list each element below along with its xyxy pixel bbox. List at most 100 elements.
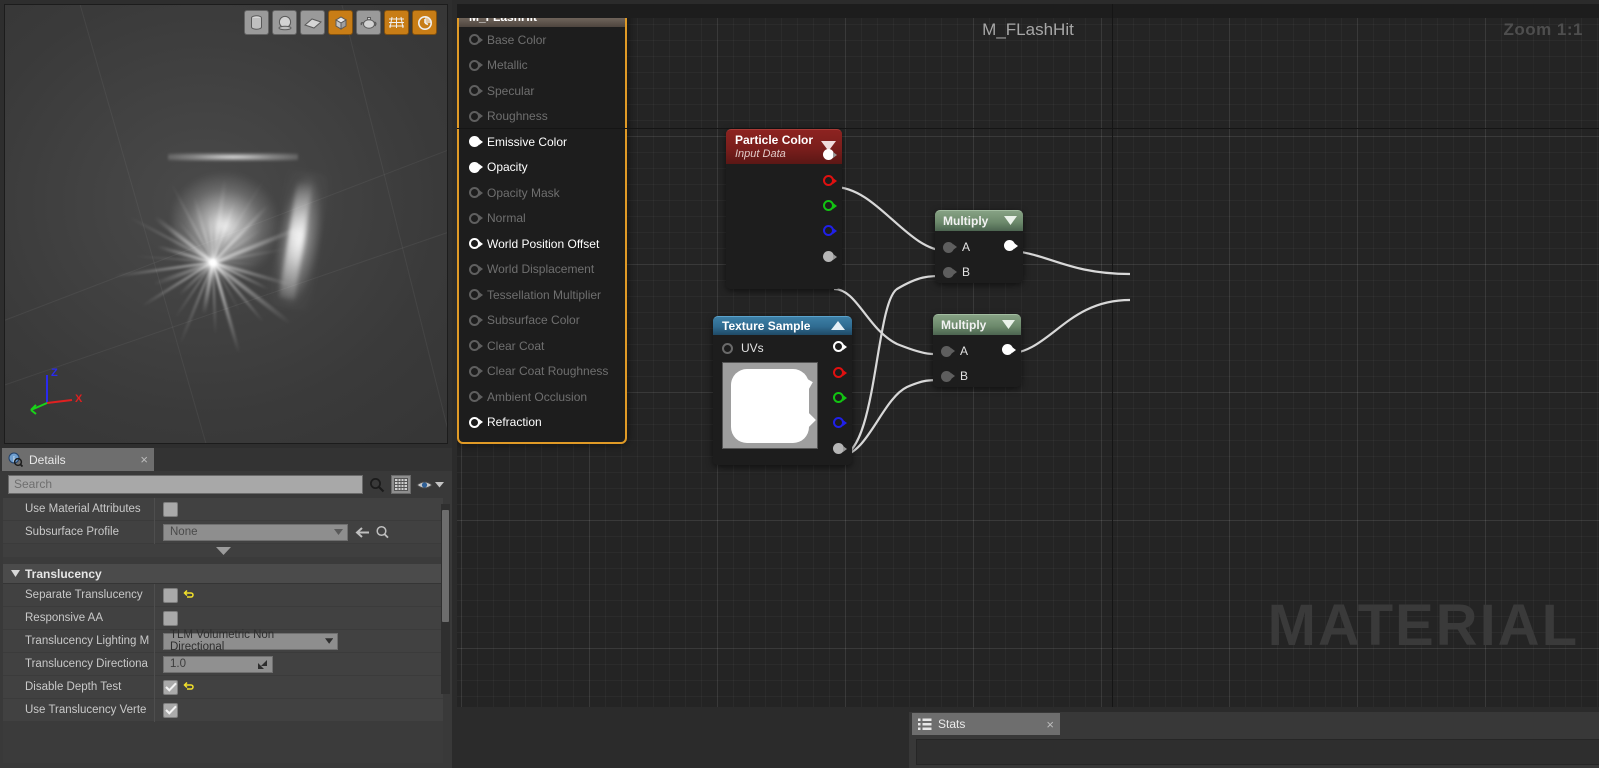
pin-particle-rgb[interactable]: [823, 149, 837, 160]
pin-multiply1-b[interactable]: [943, 266, 957, 278]
pin-clear-coat[interactable]: [469, 340, 483, 352]
material-output-row[interactable]: Roughness: [459, 104, 625, 130]
pin-ambient-occlusion[interactable]: [469, 391, 483, 403]
pin-normal[interactable]: [469, 212, 483, 224]
separate-translucency-checkbox[interactable]: [163, 587, 178, 603]
material-output-row[interactable]: World Displacement: [459, 257, 625, 283]
pin-multiply2-a[interactable]: [941, 345, 955, 357]
material-output-row[interactable]: Subsurface Color: [459, 308, 625, 334]
material-output-row[interactable]: Refraction: [459, 410, 625, 436]
disable-depth-test-checkbox[interactable]: [163, 679, 178, 695]
prop-row-subsurface-profile[interactable]: Subsurface Profile None: [3, 520, 443, 544]
revert-arrow-icon[interactable]: [353, 526, 370, 539]
pin-multiply1-out[interactable]: [1004, 240, 1018, 251]
node-multiply-2-header[interactable]: Multiply: [933, 314, 1021, 335]
preview-cylinder-button[interactable]: [244, 10, 269, 35]
material-output-row[interactable]: Ambient Occlusion: [459, 384, 625, 410]
pin-texture-uvs[interactable]: [722, 342, 733, 354]
pin-base-color[interactable]: [469, 34, 483, 46]
use-material-attributes-checkbox[interactable]: [163, 501, 178, 517]
browse-search-icon[interactable]: [375, 525, 390, 539]
pin-texture-b[interactable]: [833, 417, 847, 428]
pin-multiply2-out[interactable]: [1002, 344, 1016, 355]
pin-opacity[interactable]: [469, 161, 483, 173]
tab-stats[interactable]: Stats ×: [912, 713, 1060, 735]
node-multiply-1-header[interactable]: Multiply: [935, 210, 1023, 231]
node-material-output[interactable]: M_FLashHit Base ColorMetallicSpecularRou…: [457, 4, 627, 444]
search-input[interactable]: [8, 475, 363, 494]
material-output-row[interactable]: Clear Coat Roughness: [459, 359, 625, 385]
reset-to-default-icon[interactable]: [183, 589, 195, 601]
stats-content-area[interactable]: [916, 739, 1599, 765]
view-options-button[interactable]: [416, 479, 444, 491]
material-output-row[interactable]: Normal: [459, 206, 625, 232]
tab-stats-close-icon[interactable]: ×: [1046, 717, 1054, 732]
pin-world-displacement[interactable]: [469, 263, 483, 275]
pin-particle-a[interactable]: [823, 251, 837, 262]
pin-world-position-offset[interactable]: [469, 238, 483, 250]
prop-row-responsive-aa[interactable]: Responsive AA: [3, 606, 443, 630]
prop-row-separate-translucency[interactable]: Separate Translucency: [3, 583, 443, 607]
material-preview-viewport[interactable]: Z X: [4, 4, 448, 444]
pin-texture-a[interactable]: [833, 443, 847, 454]
prop-row-disable-depth-test[interactable]: Disable Depth Test: [3, 675, 443, 699]
material-output-row[interactable]: Clear Coat: [459, 333, 625, 359]
pin-refraction[interactable]: [469, 416, 483, 428]
node-particle-color[interactable]: Particle Color Input Data: [726, 129, 842, 289]
prop-row-translucency-lighting-mode[interactable]: Translucency Lighting M TLM Volumetric N…: [3, 629, 443, 653]
tab-details-close-icon[interactable]: ×: [140, 452, 148, 467]
pin-texture-r[interactable]: [833, 367, 847, 378]
node-texture-sample-header[interactable]: Texture Sample: [713, 316, 852, 335]
pin-tessellation-multiplier[interactable]: [469, 289, 483, 301]
material-output-row[interactable]: World Position Offset: [459, 231, 625, 257]
preview-cube-button[interactable]: [328, 10, 353, 35]
chevron-down-icon[interactable]: [1002, 316, 1015, 334]
pin-particle-b[interactable]: [823, 225, 837, 236]
pin-subsurface-color[interactable]: [469, 314, 483, 326]
toggle-grid-button[interactable]: [384, 10, 409, 35]
preview-plane-button[interactable]: [300, 10, 325, 35]
texture-uvs-input-row[interactable]: UVs: [722, 341, 764, 355]
multiply2-input-a-row[interactable]: A: [941, 344, 968, 358]
tab-details[interactable]: i Details ×: [2, 448, 154, 471]
material-output-row[interactable]: Tessellation Multiplier: [459, 282, 625, 308]
multiply1-input-b-row[interactable]: B: [943, 265, 970, 279]
translucency-directional-input[interactable]: 1.0: [163, 655, 273, 673]
details-scrollbar[interactable]: [441, 504, 450, 694]
pin-roughness[interactable]: [469, 110, 483, 122]
prop-row-translucency-directional[interactable]: Translucency Directiona 1.0: [3, 652, 443, 676]
use-translucency-vertex-fog-checkbox[interactable]: [163, 702, 178, 718]
toggle-display-mode-button[interactable]: [391, 475, 411, 494]
subsurface-profile-combo[interactable]: None: [163, 523, 348, 541]
node-texture-sample[interactable]: Texture Sample UVs: [713, 316, 852, 465]
translucency-lighting-mode-combo[interactable]: TLM Volumetric Non Directional: [163, 629, 338, 653]
prop-row-use-translucency-vertex-fog[interactable]: Use Translucency Verte: [3, 698, 443, 722]
pin-opacity-mask[interactable]: [469, 187, 483, 199]
pin-texture-g[interactable]: [833, 392, 847, 403]
pin-emissive-color[interactable]: [469, 136, 483, 148]
pin-particle-r[interactable]: [823, 175, 837, 186]
pin-multiply2-b[interactable]: [941, 370, 955, 382]
toggle-realtime-button[interactable]: [412, 10, 437, 35]
details-scrollbar-thumb[interactable]: [442, 510, 449, 622]
material-output-row[interactable]: Metallic: [459, 53, 625, 79]
properties-expander[interactable]: [3, 544, 443, 557]
preview-teapot-button[interactable]: [356, 10, 381, 35]
responsive-aa-checkbox[interactable]: [163, 610, 178, 626]
node-multiply-2[interactable]: Multiply A B: [933, 314, 1021, 387]
multiply2-input-b-row[interactable]: B: [941, 369, 968, 383]
material-output-row[interactable]: Emissive Color: [459, 129, 625, 155]
prop-row-use-material-attributes[interactable]: Use Material Attributes: [3, 498, 443, 521]
pin-metallic[interactable]: [469, 59, 483, 71]
pin-multiply1-a[interactable]: [943, 241, 957, 253]
material-graph-canvas[interactable]: M_FLashHit Zoom 1:1 MATERIAL Particle Co…: [457, 4, 1599, 707]
preview-sphere-button[interactable]: [272, 10, 297, 35]
viewport-shape-toolbar[interactable]: [244, 10, 437, 35]
material-output-row[interactable]: Opacity Mask: [459, 180, 625, 206]
chevron-down-icon[interactable]: [1004, 212, 1017, 230]
multiply1-input-a-row[interactable]: A: [943, 240, 970, 254]
section-header-translucency[interactable]: Translucency: [3, 564, 443, 584]
material-output-row[interactable]: Opacity: [459, 155, 625, 181]
material-output-row[interactable]: Specular: [459, 78, 625, 104]
pin-particle-g[interactable]: [823, 200, 837, 211]
